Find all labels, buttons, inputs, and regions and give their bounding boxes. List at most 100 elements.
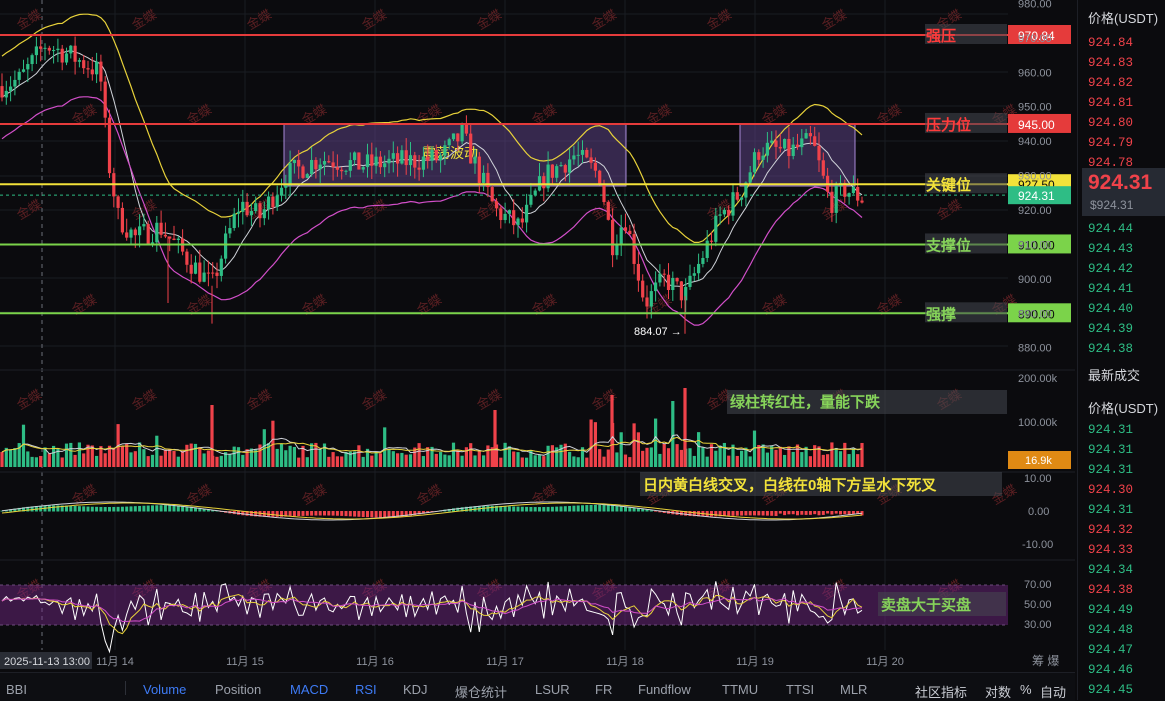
- macd-histogram-bar: [366, 511, 369, 518]
- candle-body: [292, 159, 296, 164]
- candle-body: [374, 156, 378, 166]
- candle-body: [39, 46, 43, 49]
- x-tick: 11月 20: [866, 656, 904, 668]
- ask-price[interactable]: 924.83: [1088, 56, 1133, 70]
- latest-trades-header[interactable]: 最新成交: [1088, 365, 1140, 384]
- macd-histogram-bar: [133, 506, 137, 512]
- bid-price[interactable]: 924.42: [1088, 262, 1133, 276]
- ask-price[interactable]: 924.80: [1088, 116, 1133, 130]
- indicator-tab[interactable]: RSI: [355, 682, 377, 697]
- macd-histogram-bar: [533, 507, 537, 512]
- indicator-tab[interactable]: TTMU: [722, 682, 758, 697]
- indicator-tab[interactable]: MACD: [290, 682, 328, 697]
- candle-body: [568, 159, 572, 173]
- candle-body: [378, 156, 382, 168]
- candle-body: [198, 262, 202, 282]
- x-tick: 11月 16: [356, 656, 394, 668]
- candle-body: [4, 90, 8, 98]
- volume-bar: [112, 447, 116, 467]
- macd-histogram-bar: [783, 511, 787, 516]
- volume-bar: [404, 454, 408, 467]
- ask-price[interactable]: 924.79: [1088, 136, 1133, 150]
- macd-histogram-bar: [778, 511, 782, 514]
- candle-body: [830, 191, 834, 213]
- level-name: 支撑位: [925, 236, 971, 254]
- volume-bar: [142, 449, 146, 467]
- candle-body: [525, 204, 529, 223]
- candle-body: [443, 145, 447, 156]
- bid-price[interactable]: 924.41: [1088, 282, 1133, 296]
- macd-histogram-bar: [740, 511, 744, 516]
- macd-histogram-bar: [348, 511, 352, 517]
- indicator-tab[interactable]: MLR: [840, 682, 867, 697]
- bid-price[interactable]: 924.43: [1088, 242, 1133, 256]
- macd-histogram-bar: [387, 511, 391, 518]
- candle-body: [133, 229, 137, 236]
- macd-histogram-bar: [817, 511, 821, 516]
- x-tick: 11月 15: [226, 656, 264, 668]
- indicator-tab[interactable]: BBI: [6, 682, 27, 697]
- macd-histogram-bar: [606, 505, 610, 512]
- indicator-tab[interactable]: Fundflow: [638, 682, 691, 697]
- candle-body: [451, 133, 456, 140]
- candle-body: [0, 86, 4, 98]
- candle-body: [421, 156, 425, 170]
- candle-body: [439, 155, 443, 161]
- indicator-tab[interactable]: KDJ: [403, 682, 428, 697]
- indicator-tab[interactable]: FR: [595, 682, 612, 697]
- volume-bar: [795, 444, 800, 467]
- volume-bar: [292, 446, 296, 467]
- candle-body: [344, 170, 348, 172]
- candle-body: [155, 222, 159, 243]
- volume-bar: [52, 445, 56, 467]
- indicator-tab[interactable]: Volume: [143, 682, 186, 697]
- chart-option[interactable]: 对数: [985, 682, 1011, 701]
- volume-bar: [714, 450, 718, 467]
- candle-body: [120, 207, 124, 233]
- candle-body: [206, 272, 210, 274]
- macd-tick: -10.00: [1022, 539, 1053, 551]
- bid-price[interactable]: 924.38: [1088, 342, 1133, 356]
- bid-price[interactable]: 924.39: [1088, 322, 1133, 336]
- macd-histogram-bar: [151, 505, 154, 512]
- volume-bar: [783, 454, 787, 467]
- bid-price[interactable]: 924.40: [1088, 302, 1133, 316]
- indicator-tab[interactable]: LSUR: [535, 682, 570, 697]
- candle-body: [82, 60, 86, 69]
- chart-option[interactable]: 自动: [1040, 682, 1066, 701]
- macd-histogram-bar: [843, 511, 847, 515]
- candle-body: [387, 158, 391, 164]
- macd-histogram-bar: [546, 506, 550, 512]
- candle-body: [279, 187, 284, 196]
- macd-histogram-bar: [770, 511, 774, 516]
- volume-bar: [73, 454, 77, 467]
- volume-bar: [391, 451, 395, 467]
- indicator-tab[interactable]: 爆仓统计: [455, 682, 507, 701]
- candle-body: [512, 210, 516, 226]
- volume-bar: [193, 443, 198, 467]
- watermark-text: 金蝶: [359, 7, 389, 33]
- candle-body: [456, 133, 460, 142]
- volume-bar: [722, 442, 726, 467]
- candle-body: [740, 197, 744, 200]
- volume-bar: [447, 455, 451, 467]
- ask-price[interactable]: 924.81: [1088, 96, 1133, 110]
- macd-histogram-bar: [138, 505, 142, 512]
- indicator-tab[interactable]: Position: [215, 682, 261, 697]
- level-name: 关键位: [926, 176, 971, 194]
- ask-price[interactable]: 924.82: [1088, 76, 1133, 90]
- macd-histogram-bar: [813, 511, 817, 515]
- candle-body: [215, 272, 219, 276]
- bid-price[interactable]: 924.44: [1088, 222, 1133, 236]
- candle-body: [9, 86, 13, 91]
- macd-histogram-bar: [297, 511, 301, 517]
- volume-bar: [82, 453, 86, 467]
- macd-tick: 0.00: [1028, 506, 1049, 518]
- macd-histogram-bar: [344, 511, 348, 517]
- price-chart[interactable]: 金蝶 金蝶 金蝶 金蝶 金蝶 金蝶 金蝶 金蝶 金蝶金蝶 金蝶 金蝶 金蝶 金蝶 金蝶 金蝶 金蝶金蝶 金蝶 金蝶…: [0, 0, 1075, 672]
- chart-option[interactable]: 社区指标: [915, 682, 967, 701]
- ask-price[interactable]: 924.84: [1088, 36, 1133, 50]
- chart-option[interactable]: %: [1020, 682, 1032, 697]
- indicator-tab[interactable]: TTSI: [786, 682, 814, 697]
- volume-bar: [249, 448, 253, 467]
